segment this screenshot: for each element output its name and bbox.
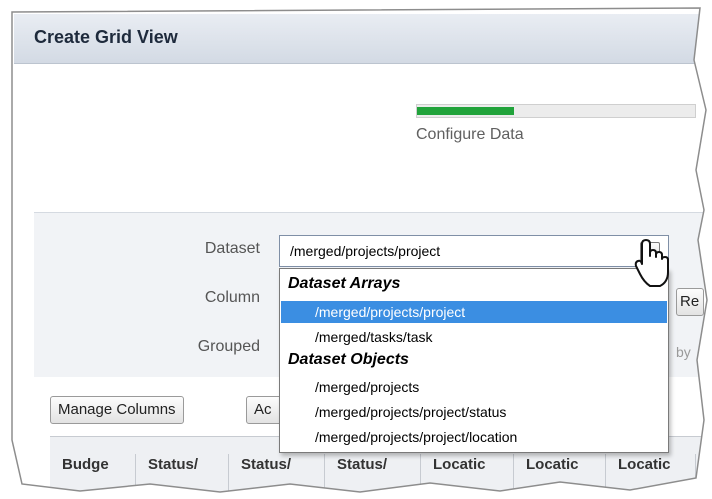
by-text: by xyxy=(676,344,691,360)
dropdown-group-label: Dataset Objects xyxy=(288,351,409,368)
dialog-title: Create Grid View xyxy=(34,27,178,47)
dialog-header: Create Grid View xyxy=(14,14,704,64)
dropdown-option[interactable]: /merged/projects/project xyxy=(281,301,667,323)
hand-pointer-icon xyxy=(634,239,669,287)
dropdown-option[interactable]: /merged/projects/project/location xyxy=(281,426,667,448)
dropdown-group-label: Dataset Arrays xyxy=(288,275,401,292)
grid-column-header[interactable]: Status/ xyxy=(325,454,421,494)
grouped-label: Grouped xyxy=(197,338,260,355)
dataset-label: Dataset xyxy=(204,240,260,257)
re-button[interactable]: Re xyxy=(676,288,704,316)
dataset-dropdown-list: Dataset Arrays /merged/projects/project … xyxy=(279,268,669,453)
dropdown-option[interactable]: /merged/projects/project/status xyxy=(281,401,667,423)
dataset-select-value: /merged/projects/project xyxy=(290,243,441,259)
grid-column-header[interactable]: Locatic xyxy=(606,454,696,494)
wizard-progress-fill xyxy=(417,107,515,115)
grid-column-header[interactable]: Status/ xyxy=(136,454,229,494)
column-label: Column xyxy=(204,289,260,306)
grid-column-header[interactable]: Locatic xyxy=(514,454,606,494)
wizard-progress-bar xyxy=(416,104,696,118)
grid-column-header[interactable]: Status/ xyxy=(229,454,325,494)
wizard-step-label: Configure Data xyxy=(416,126,524,143)
dropdown-option[interactable]: /merged/tasks/task xyxy=(281,326,667,348)
grid-column-header[interactable]: Budge xyxy=(50,454,136,494)
dataset-select[interactable]: /merged/projects/project xyxy=(279,235,669,267)
dropdown-option[interactable]: /merged/projects xyxy=(281,376,667,398)
manage-columns-button[interactable]: Manage Columns xyxy=(50,396,184,424)
grid-column-header[interactable]: Locatic xyxy=(421,454,514,494)
